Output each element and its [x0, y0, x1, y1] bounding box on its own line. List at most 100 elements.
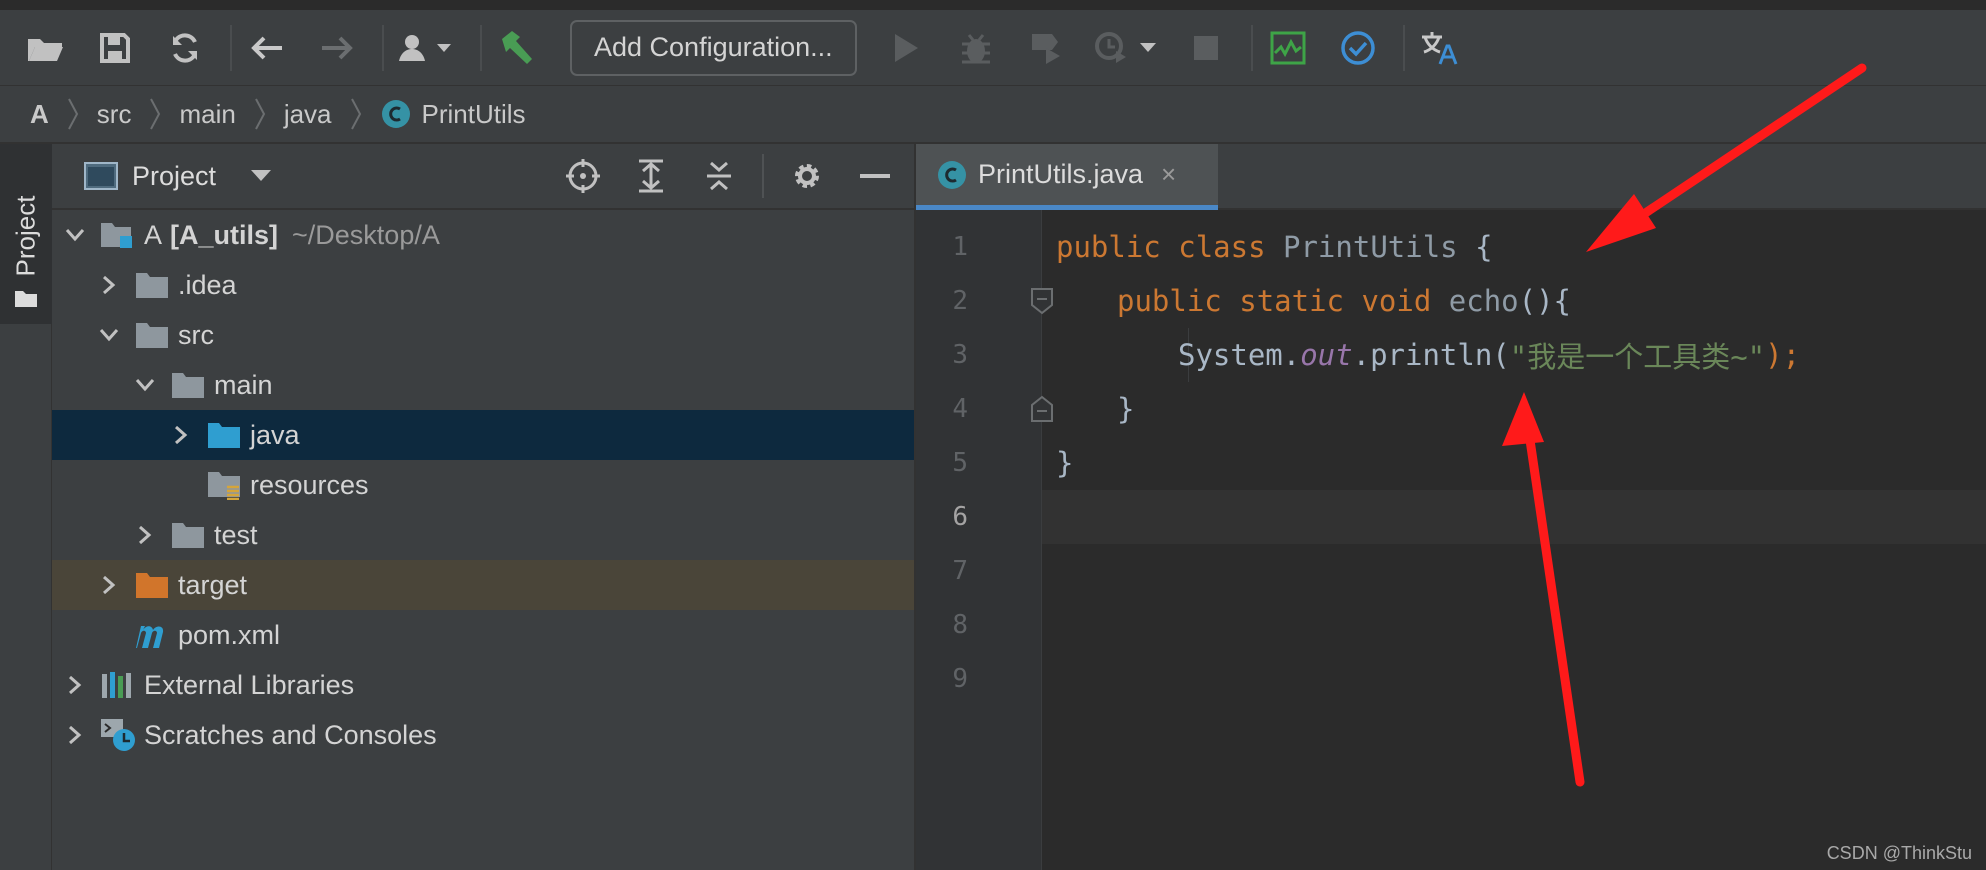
- chevron-down-icon[interactable]: [250, 169, 272, 183]
- breadcrumb-item-printutils[interactable]: PrintUtils: [380, 98, 526, 130]
- tree-item-test[interactable]: test: [52, 510, 914, 560]
- tree-item-java[interactable]: java: [52, 410, 914, 460]
- chevron-down-icon[interactable]: [132, 378, 158, 392]
- debug-bug-icon[interactable]: [951, 23, 1001, 73]
- tree-item-root-module: [A_utils]: [170, 219, 279, 250]
- tree-item-external-libraries[interactable]: External Libraries: [52, 660, 914, 710]
- breadcrumb-item-project[interactable]: A: [30, 99, 49, 130]
- line-number: 9: [952, 664, 968, 694]
- token-keyword: static: [1239, 284, 1344, 318]
- minimize-icon[interactable]: [850, 151, 900, 201]
- toolbar-separator: [1250, 24, 1253, 71]
- tree-item-scratches[interactable]: Scratches and Consoles: [52, 710, 914, 760]
- folder-icon: [15, 291, 37, 307]
- stop-icon[interactable]: [1181, 23, 1231, 73]
- tree-item-idea[interactable]: .idea: [52, 260, 914, 310]
- watermark: CSDN @ThinkStu: [1826, 843, 1972, 863]
- token-punct: (){: [1518, 284, 1572, 318]
- checkmark-circle-icon[interactable]: [1333, 23, 1383, 73]
- tab-printutils-java[interactable]: PrintUtils.java ×: [916, 144, 1218, 210]
- expand-all-icon[interactable]: [626, 151, 676, 201]
- tree-item-root-path: ~/Desktop/A: [292, 219, 440, 250]
- breadcrumb-chevron-icon: [254, 98, 265, 130]
- line-number: 7: [952, 556, 968, 586]
- back-arrow-icon[interactable]: [242, 23, 292, 73]
- folder-icon: [168, 369, 208, 401]
- tree-item-target[interactable]: target: [52, 560, 914, 610]
- run-with-coverage-icon[interactable]: [1021, 23, 1071, 73]
- token-keyword: public: [1056, 230, 1161, 264]
- breadcrumb-item-main[interactable]: main: [179, 99, 235, 130]
- resources-folder-icon: [204, 469, 244, 501]
- line-number: 4: [952, 394, 968, 424]
- user-dropdown-icon[interactable]: [394, 23, 460, 73]
- build-hammer-icon[interactable]: [492, 23, 542, 73]
- chevron-right-icon[interactable]: [132, 525, 158, 545]
- line-number: 5: [952, 448, 968, 478]
- tree-item-main[interactable]: main: [52, 360, 914, 410]
- chevron-right-icon[interactable]: [168, 425, 194, 445]
- chevron-right-icon[interactable]: [96, 575, 122, 595]
- locate-target-icon[interactable]: [558, 151, 608, 201]
- code-line-3: System. out .println("我是一个工具类~");: [1042, 328, 1986, 382]
- tree-item-root-name: A: [144, 219, 163, 250]
- tree-item-resources[interactable]: resources: [52, 460, 914, 510]
- save-icon[interactable]: [90, 23, 140, 73]
- tree-item-src[interactable]: src: [52, 310, 914, 360]
- line-number: 8: [952, 610, 968, 640]
- breadcrumb: A src main java PrintUtils: [0, 86, 1986, 144]
- chevron-right-icon[interactable]: [96, 275, 122, 295]
- profile-dropdown-icon[interactable]: [1091, 23, 1161, 73]
- code-line-2: public static void echo(){: [1042, 274, 1986, 328]
- tree-item-label: target: [178, 569, 248, 600]
- project-panel-header: Project: [52, 144, 914, 210]
- breadcrumb-item-src[interactable]: src: [97, 99, 132, 130]
- chevron-down-icon[interactable]: [62, 228, 88, 242]
- project-view-icon: [84, 162, 118, 190]
- collapse-all-icon[interactable]: [694, 151, 744, 201]
- breadcrumb-chevron-icon: [67, 98, 78, 130]
- line-number: 1: [952, 232, 968, 262]
- token-class-ref: System.: [1178, 338, 1301, 372]
- tab-label: PrintUtils.java: [978, 159, 1144, 189]
- sync-icon[interactable]: [160, 23, 210, 73]
- editor-tab-bar: PrintUtils.java ×: [916, 144, 1986, 210]
- tree-item-label: .idea: [178, 269, 237, 300]
- panel-separator: [762, 154, 764, 198]
- tree-item-pom[interactable]: pom.xml: [52, 610, 914, 660]
- tree-item-label: resources: [250, 469, 369, 500]
- token-method-call: .println(: [1352, 338, 1510, 372]
- code-line-6-caret: [1042, 490, 1986, 544]
- breadcrumb-item-java[interactable]: java: [284, 99, 332, 130]
- project-tool-window-button[interactable]: Project: [0, 144, 52, 324]
- folder-icon: [132, 269, 172, 301]
- translate-icon[interactable]: [1415, 23, 1465, 73]
- module-folder-icon: [98, 219, 138, 251]
- java-class-icon: [938, 160, 966, 189]
- project-panel-title: Project: [132, 160, 217, 191]
- forward-arrow-icon[interactable]: [312, 23, 362, 73]
- open-folder-icon[interactable]: [20, 23, 70, 73]
- code-line-5: }: [1042, 436, 1986, 490]
- gear-icon[interactable]: [782, 151, 832, 201]
- chevron-down-icon[interactable]: [96, 328, 122, 342]
- line-number: 3: [952, 340, 968, 370]
- add-configuration-button[interactable]: Add Configuration...: [570, 19, 857, 76]
- run-icon[interactable]: [881, 23, 931, 73]
- token-brace: }: [1056, 446, 1074, 480]
- token-punct: );: [1765, 338, 1801, 372]
- tree-item-root[interactable]: A [A_utils] ~/Desktop/A: [52, 210, 914, 260]
- chevron-right-icon[interactable]: [62, 725, 88, 745]
- tree-item-label: External Libraries: [144, 669, 355, 700]
- token-keyword: void: [1361, 284, 1432, 318]
- line-number-current: 6: [952, 502, 968, 532]
- tree-item-label: java: [250, 419, 300, 450]
- monitor-chart-icon[interactable]: [1263, 23, 1313, 73]
- chevron-right-icon[interactable]: [62, 675, 88, 695]
- toolbar-separator: [230, 24, 232, 71]
- code-area[interactable]: public class PrintUtils { public static …: [1042, 210, 1986, 870]
- code-editor: PrintUtils.java × 1 2 3 4 5 6 7 8 9 publ…: [914, 144, 1986, 870]
- toolbar-separator: [480, 24, 482, 71]
- close-icon[interactable]: ×: [1161, 159, 1176, 190]
- java-class-icon: [381, 100, 410, 128]
